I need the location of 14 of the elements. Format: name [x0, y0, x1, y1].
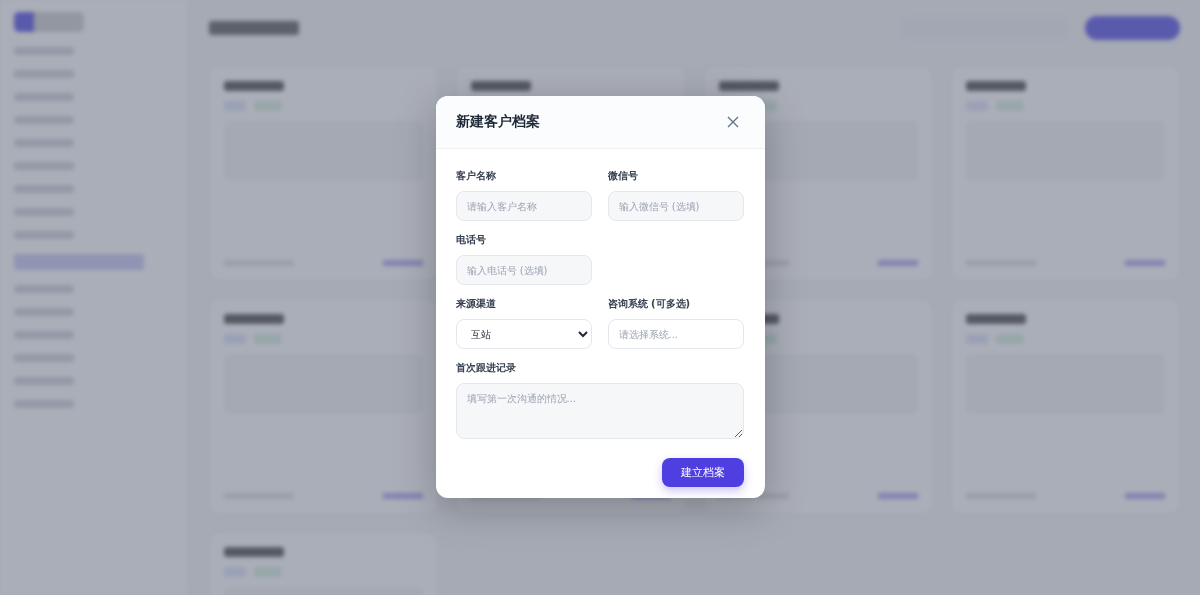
select-field[interactable]: 请选择系统...: [607, 319, 744, 349]
input-field[interactable]: 请输入客户名称: [455, 191, 592, 221]
submit-button[interactable]: 建立档案: [661, 458, 744, 487]
field-label: 首次跟进记录: [455, 361, 517, 375]
dialog-title: 新建客户档案: [455, 113, 540, 131]
field-label: 咨询系统 (可多选): [607, 297, 692, 311]
input-field[interactable]: 输入电话号 (选填): [455, 255, 592, 285]
dropdown[interactable]: 互站: [455, 319, 592, 349]
close-icon[interactable]: [726, 116, 739, 128]
field-label: 来源渠道: [455, 297, 497, 311]
field-label: 电话号: [455, 233, 487, 247]
field-label: 微信号: [607, 169, 639, 183]
input-field[interactable]: 输入微信号 (选填): [607, 191, 744, 221]
field-label: 客户名称: [455, 169, 497, 183]
